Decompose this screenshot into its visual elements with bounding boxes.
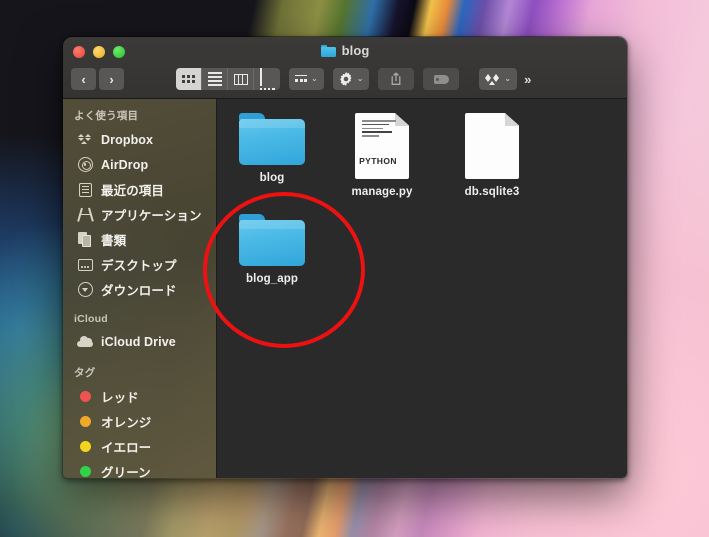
icon-view-button[interactable] xyxy=(176,68,202,90)
sidebar-item-applications[interactable]: アプリケーション xyxy=(63,202,216,227)
sidebar-item-desktop[interactable]: デスクトップ xyxy=(63,252,216,277)
file-item-manage-py[interactable]: PYTHON manage.py xyxy=(327,113,437,198)
sidebar-item-tag-green[interactable]: グリーン xyxy=(63,459,216,478)
folder-icon xyxy=(239,113,305,165)
file-item-blog[interactable]: blog xyxy=(217,113,327,198)
window-title-text: blog xyxy=(341,43,370,58)
documents-icon xyxy=(77,232,93,248)
file-row: blog_app xyxy=(217,214,627,285)
sidebar-item-label: ダウンロード xyxy=(101,284,177,298)
file-grid[interactable]: blog PYTHON manage.py db.sqlite3 blog_ap… xyxy=(217,99,627,478)
share-button[interactable] xyxy=(378,68,415,90)
folder-icon xyxy=(320,44,336,57)
tag-dot-icon xyxy=(77,389,93,405)
chevron-down-icon: ⌄ xyxy=(311,74,318,83)
sidebar-section-icloud-header: iCloud xyxy=(74,313,108,325)
sidebar-item-documents[interactable]: 書類 xyxy=(63,227,216,252)
recents-icon xyxy=(77,182,93,198)
file-label: blog xyxy=(259,172,285,184)
sidebar-item-label: Dropbox xyxy=(101,132,154,147)
arrange-button[interactable]: ⌄ xyxy=(289,68,324,90)
applications-icon xyxy=(76,207,93,223)
sidebar-item-tag-yellow[interactable]: イエロー xyxy=(63,434,216,459)
toolbar-overflow-button[interactable]: » xyxy=(524,72,531,87)
navigation-buttons: ‹ › xyxy=(71,68,124,90)
sidebar-item-dropbox[interactable]: Dropbox xyxy=(63,127,216,152)
sidebar-item-tag-orange[interactable]: オレンジ xyxy=(63,409,216,434)
column-view-button[interactable] xyxy=(228,68,254,90)
folder-icon xyxy=(239,214,305,266)
sidebar-item-label: アプリケーション xyxy=(101,209,202,223)
window-body: よく使う項目 Dropbox AirDrop 最近の項目 アプリケーション 書類… xyxy=(63,99,627,478)
sidebar-item-label: 最近の項目 xyxy=(101,184,165,198)
dropbox-icon xyxy=(485,73,500,86)
file-label: blog_app xyxy=(246,273,298,285)
finder-toolbar: ‹ › ⌄ ⌄ ⌄ » xyxy=(63,64,627,94)
sidebar-section-favorites-header: よく使う項目 xyxy=(74,110,139,122)
file-item-db-sqlite3[interactable]: db.sqlite3 xyxy=(437,113,547,198)
sidebar-section-tags-header: タグ xyxy=(74,367,96,379)
python-document-icon: PYTHON xyxy=(355,113,409,179)
sidebar-item-icloud-drive[interactable]: iCloud Drive xyxy=(63,329,216,354)
chevron-down-icon: ⌄ xyxy=(356,74,364,83)
back-button[interactable]: ‹ xyxy=(71,68,96,90)
sidebar-item-downloads[interactable]: ダウンロード xyxy=(63,277,216,302)
sidebar-item-label: 書類 xyxy=(101,234,127,248)
file-item-blog-app[interactable]: blog_app xyxy=(217,214,327,285)
dropbox-toolbar-button[interactable]: ⌄ xyxy=(479,68,518,90)
tag-dot-icon xyxy=(77,439,93,455)
dropbox-icon xyxy=(77,132,93,148)
sidebar-item-airdrop[interactable]: AirDrop xyxy=(63,152,216,177)
icloud-icon xyxy=(77,334,93,350)
tag-dot-icon xyxy=(77,414,93,430)
view-mode-segmented-control xyxy=(176,68,280,90)
sidebar-item-label: AirDrop xyxy=(101,157,149,172)
file-type-badge: PYTHON xyxy=(359,156,397,166)
downloads-icon xyxy=(77,282,93,298)
share-icon xyxy=(391,72,401,85)
list-view-button[interactable] xyxy=(202,68,228,90)
gallery-view-button[interactable] xyxy=(254,68,280,90)
desktop-icon xyxy=(77,257,93,273)
sidebar-item-label: iCloud Drive xyxy=(101,334,176,349)
file-label: manage.py xyxy=(351,186,413,198)
finder-window[interactable]: blog ‹ › ⌄ ⌄ ⌄ » よく使う項目 Dropbox AirDrop … xyxy=(62,36,628,479)
sidebar-item-label: レッド xyxy=(101,391,139,405)
sidebar-item-tag-red[interactable]: レッド xyxy=(63,384,216,409)
airdrop-icon xyxy=(77,157,93,173)
forward-button[interactable]: › xyxy=(99,68,124,90)
sidebar-item-label: デスクトップ xyxy=(101,259,177,273)
gear-icon xyxy=(339,72,352,86)
sidebar-item-label: イエロー xyxy=(101,441,152,455)
finder-sidebar: よく使う項目 Dropbox AirDrop 最近の項目 アプリケーション 書類… xyxy=(63,99,217,478)
sidebar-item-label: グリーン xyxy=(101,466,151,478)
arrange-grid-icon xyxy=(295,74,307,84)
action-button[interactable]: ⌄ xyxy=(332,68,370,90)
grid-icon xyxy=(182,75,195,83)
file-label: db.sqlite3 xyxy=(464,186,520,198)
chevron-down-icon: ⌄ xyxy=(504,74,512,83)
list-icon xyxy=(207,72,222,86)
window-title: blog xyxy=(63,43,627,58)
tag-button[interactable] xyxy=(423,68,460,90)
sidebar-item-label: オレンジ xyxy=(101,416,152,430)
file-row: blog PYTHON manage.py db.sqlite3 xyxy=(217,113,627,198)
tag-dot-icon xyxy=(77,464,93,479)
document-icon xyxy=(465,113,519,179)
columns-icon xyxy=(233,73,248,85)
tag-icon xyxy=(433,74,449,84)
gallery-icon xyxy=(259,68,275,90)
window-titlebar: blog ‹ › ⌄ ⌄ ⌄ » xyxy=(63,37,627,99)
sidebar-item-recents[interactable]: 最近の項目 xyxy=(63,177,216,202)
